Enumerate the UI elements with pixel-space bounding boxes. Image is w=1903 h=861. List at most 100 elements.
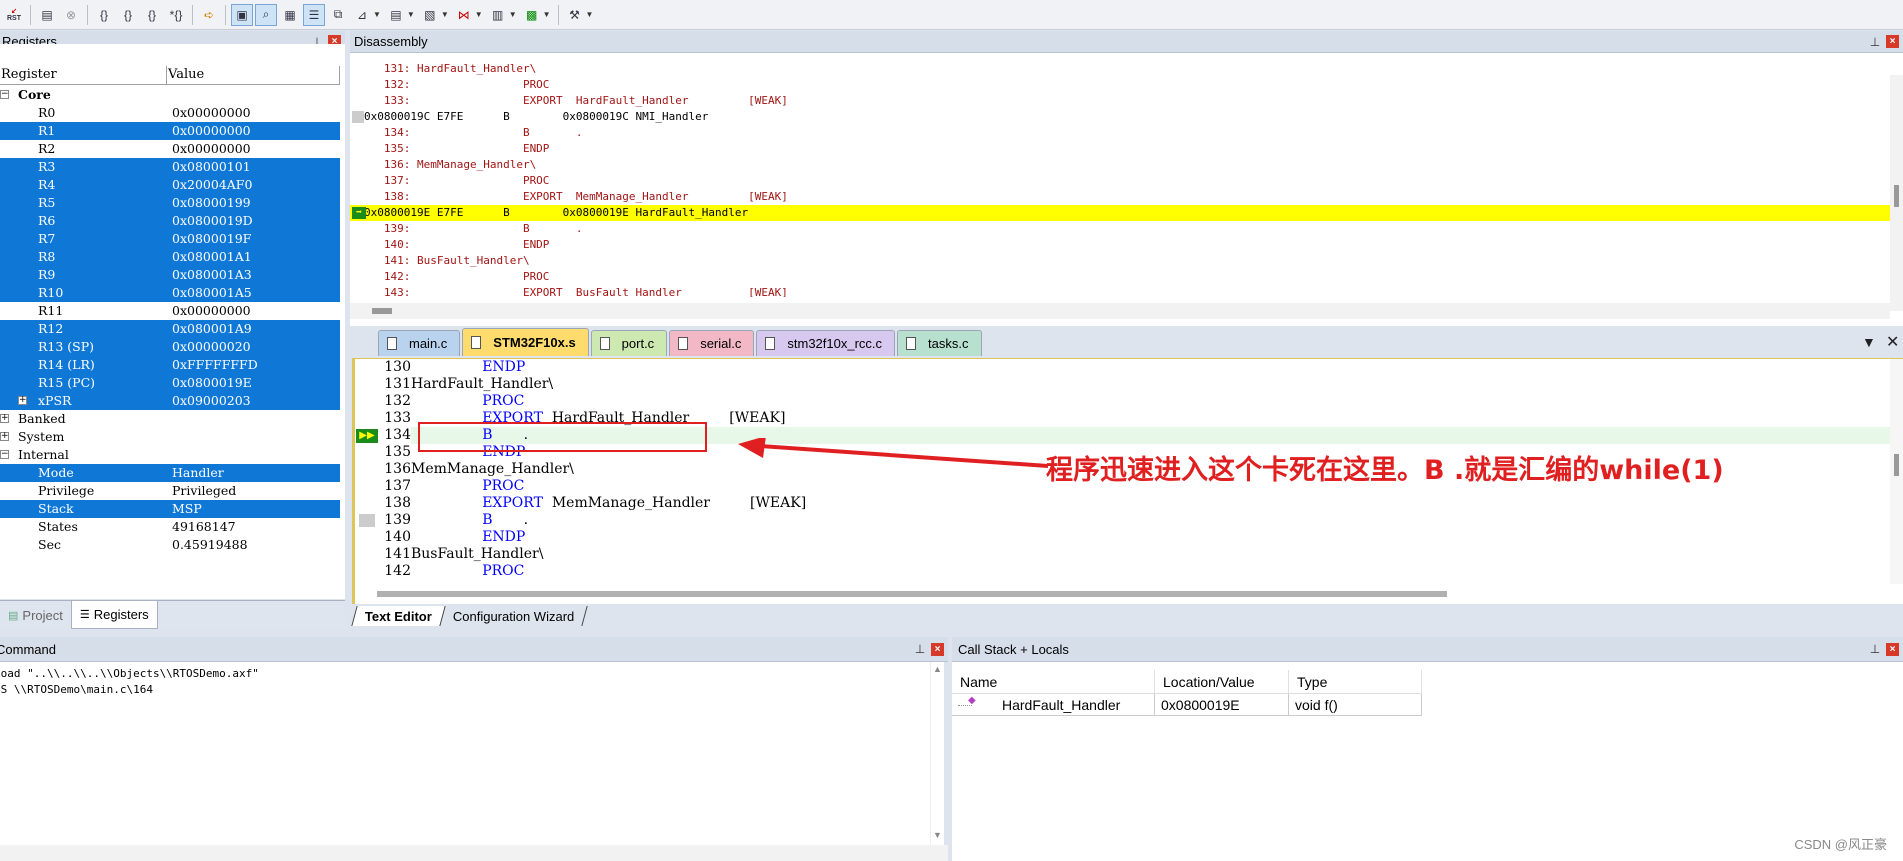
register-value[interactable]: 49168147	[172, 518, 236, 536]
chevron-down-icon[interactable]: ▼	[509, 10, 517, 19]
line-number[interactable]: 136	[355, 461, 411, 478]
register-value[interactable]: Handler	[172, 464, 224, 482]
command-vertical-scrollbar[interactable]: ▲ ▼	[930, 662, 944, 845]
register-row[interactable]: R15 (PC) 0x0800019E	[0, 374, 340, 392]
register-row[interactable]: + System	[0, 428, 340, 446]
chevron-down-icon[interactable]: ▼	[475, 10, 483, 19]
line-number[interactable]: 135	[355, 444, 411, 461]
register-row[interactable]: R7 0x0800019F	[0, 230, 340, 248]
expand-icon[interactable]: +	[0, 414, 9, 423]
register-row[interactable]: R0 0x00000000	[0, 104, 340, 122]
tab-registers[interactable]: ☰ Registers	[70, 601, 158, 629]
code-line[interactable]: BusFault_Handler\	[411, 546, 1891, 563]
call-stack-icon[interactable]: ⧉	[327, 4, 349, 26]
disassembly-source-line[interactable]: 131: HardFault_Handler\	[350, 61, 1890, 77]
register-value[interactable]: 0x0800019E	[172, 374, 252, 392]
disassembly-instruction-line[interactable]: 0x0800019C E7FE B 0x0800019C NMI_Handler	[350, 109, 1890, 125]
register-row[interactable]: R12 0x080001A9	[0, 320, 340, 338]
register-row[interactable]: R4 0x20004AF0	[0, 176, 340, 194]
register-value[interactable]: MSP	[172, 500, 202, 518]
register-value[interactable]: 0x00000000	[172, 302, 251, 320]
register-value[interactable]: 0x08000199	[172, 194, 251, 212]
disassembly-source-line[interactable]: 142: PROC	[350, 269, 1890, 285]
register-row[interactable]: + xPSR 0x09000203	[0, 392, 340, 410]
line-number[interactable]: 133	[355, 410, 411, 427]
line-number[interactable]: 141	[355, 546, 411, 563]
register-row[interactable]: R5 0x08000199	[0, 194, 340, 212]
code-line[interactable]: B .	[411, 512, 1891, 529]
editor-tab[interactable]: port.c	[590, 330, 668, 356]
line-number[interactable]: ▶▶ 134	[355, 427, 411, 444]
analysis-window-icon[interactable]: ⋈	[453, 4, 475, 26]
col-register-header[interactable]: Register	[0, 66, 167, 84]
chevron-down-icon[interactable]: ▼	[373, 10, 381, 19]
chevron-down-icon[interactable]: ▼	[586, 10, 594, 19]
register-row[interactable]: States 49168147	[0, 518, 340, 536]
disassembly-source-line[interactable]: 136: MemManage_Handler\	[350, 157, 1890, 173]
register-row[interactable]: R13 (SP) 0x00000020	[0, 338, 340, 356]
memory-window-icon[interactable]: ▤	[385, 4, 407, 26]
register-value[interactable]: 0x08000101	[172, 158, 251, 176]
register-value[interactable]: 0x20004AF0	[172, 176, 252, 194]
tab-configuration-wizard[interactable]: Configuration Wizard	[439, 606, 589, 626]
register-row[interactable]: + Banked	[0, 410, 340, 428]
disassembly-source-line[interactable]: 141: BusFault_Handler\	[350, 253, 1890, 269]
register-value[interactable]: 0x080001A5	[172, 284, 252, 302]
editor-vertical-scrollbar[interactable]	[1890, 359, 1903, 584]
code-line[interactable]: PROC	[411, 393, 1891, 410]
scroll-thumb[interactable]	[377, 591, 1447, 597]
line-number[interactable]: 137	[355, 478, 411, 495]
chevron-down-icon[interactable]: ▼	[407, 10, 415, 19]
disassembly-source-line[interactable]: 137: PROC	[350, 173, 1890, 189]
close-icon[interactable]: ×	[1886, 642, 1899, 656]
registers-window-icon[interactable]: ☰	[303, 3, 325, 26]
register-row[interactable]: R2 0x00000000	[0, 140, 340, 158]
register-value[interactable]: 0x00000000	[172, 140, 251, 158]
watch-window-icon[interactable]: ⊿	[351, 4, 373, 26]
expand-icon[interactable]: +	[0, 432, 9, 441]
line-number[interactable]: 138	[355, 495, 411, 512]
stop-icon[interactable]: ⊗	[60, 4, 82, 26]
disassembly-horizontal-scrollbar[interactable]	[350, 303, 1890, 319]
command-window-icon[interactable]: ▣	[231, 3, 253, 26]
register-row[interactable]: − Core	[0, 86, 340, 104]
register-value[interactable]: 0.45919488	[172, 536, 248, 554]
step-over-icon[interactable]: {}	[117, 4, 139, 26]
collapse-icon[interactable]: −	[0, 450, 9, 459]
system-viewer-icon[interactable]: ▩	[521, 4, 543, 26]
command-horizontal-scrollbar[interactable]	[0, 845, 948, 861]
breakpoint-marker[interactable]	[359, 514, 375, 527]
col-type-header[interactable]: Type	[1289, 670, 1422, 694]
line-number[interactable]: 140	[355, 529, 411, 546]
collapse-icon[interactable]: −	[0, 90, 9, 99]
editor-tab[interactable]: STM32F10x.s	[462, 328, 589, 356]
register-value[interactable]: 0x09000203	[172, 392, 251, 410]
symbols-window-icon[interactable]: ▦	[279, 4, 301, 26]
code-line[interactable]: EXPORT MemManage_Handler [WEAK]	[411, 495, 1891, 512]
register-row[interactable]: Privilege Privileged	[0, 482, 340, 500]
chevron-down-icon[interactable]: ▼	[441, 10, 449, 19]
trace-window-icon[interactable]: ▥	[487, 4, 509, 26]
reset-icon[interactable]: ↙ RST	[3, 4, 25, 26]
disassembly-source-line[interactable]: 135: ENDP	[350, 141, 1890, 157]
disassembly-vertical-scrollbar[interactable]	[1890, 75, 1903, 311]
disassembly-window-icon[interactable]: ⌕	[255, 3, 277, 26]
editor-horizontal-scrollbar[interactable]	[377, 589, 1877, 599]
register-value[interactable]: 0x00000020	[172, 338, 251, 356]
step-out-icon[interactable]: {}	[141, 4, 163, 26]
code-line[interactable]: ENDP	[411, 359, 1891, 376]
col-location-header[interactable]: Location/Value	[1155, 670, 1289, 694]
register-value[interactable]: 0x080001A9	[172, 320, 252, 338]
breakpoint-marker[interactable]	[352, 111, 364, 123]
register-value[interactable]: Privileged	[172, 482, 236, 500]
register-value[interactable]: 0x080001A1	[172, 248, 252, 266]
line-number[interactable]: 139	[355, 512, 411, 529]
register-row[interactable]: Sec 0.45919488	[0, 536, 340, 554]
disassembly-source-line[interactable]: 138: EXPORT MemManage_Handler [WEAK]	[350, 189, 1890, 205]
line-number[interactable]: 130	[355, 359, 411, 376]
disassembly-instruction-line[interactable]: ➡ 0x0800019E E7FE B 0x0800019E HardFault_…	[350, 205, 1890, 221]
step-into-icon[interactable]: {}	[93, 4, 115, 26]
close-editor-icon[interactable]: ✕	[1886, 332, 1899, 352]
register-value[interactable]: 0x0800019D	[172, 212, 253, 230]
line-number[interactable]: 131	[355, 376, 411, 393]
